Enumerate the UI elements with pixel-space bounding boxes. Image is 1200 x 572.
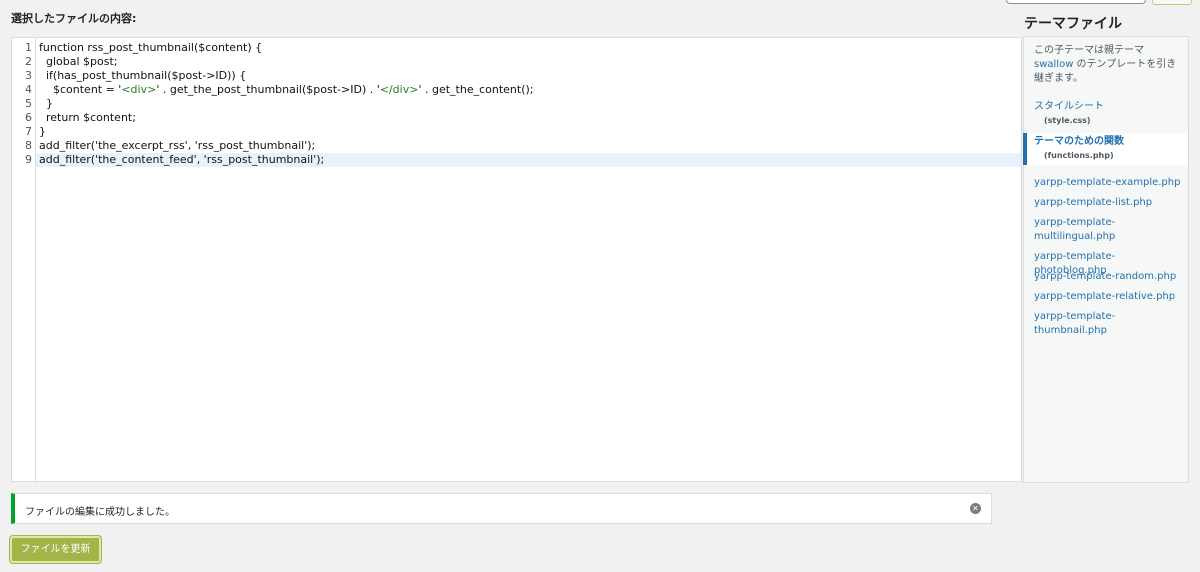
code-text: ' . get_the_content(); [418, 83, 534, 96]
file-yarpp-random[interactable]: yarpp-template-random.php [1034, 270, 1186, 284]
file-label: スタイルシート [1034, 101, 1104, 112]
line-number: 2 [25, 55, 32, 68]
line-gutter: 1 2 3 4 5 6 7 8 9 [12, 38, 36, 481]
code-line[interactable]: } [36, 125, 1021, 139]
code-line[interactable]: $content = '<div>' . get_the_post_thumbn… [36, 83, 1021, 97]
file-yarpp-multilingual[interactable]: yarpp-template-multilingual.php [1034, 216, 1186, 244]
line-number: 8 [25, 139, 32, 152]
editor-label: 選択したファイルの内容: [11, 12, 137, 25]
close-circle-icon[interactable]: ✕ [970, 503, 981, 514]
file-subname: (style.css) [1044, 116, 1091, 125]
file-yarpp-example[interactable]: yarpp-template-example.php [1034, 176, 1186, 190]
code-line[interactable]: return $content; [36, 111, 1021, 125]
file-label: テーマのための関数 [1034, 136, 1124, 147]
theme-files-title: テーマファイル [1024, 16, 1122, 32]
html-tag-string: <div> [121, 83, 157, 96]
update-file-button[interactable]: ファイルを更新 [10, 536, 101, 563]
code-line[interactable]: add_filter('the_excerpt_rss', 'rss_post_… [36, 139, 1021, 153]
code-line[interactable]: if(has_post_thumbnail($post->ID)) { [36, 69, 1021, 83]
parent-theme-link[interactable]: swallow [1034, 59, 1073, 70]
file-functions-current[interactable]: テーマのための関数 (functions.php) [1023, 133, 1188, 165]
line-number: 6 [25, 111, 32, 124]
file-yarpp-list[interactable]: yarpp-template-list.php [1034, 196, 1186, 210]
code-editor[interactable]: 1 2 3 4 5 6 7 8 9 function rss_post_thum… [11, 37, 1022, 482]
html-tag-string: </div> [379, 83, 419, 96]
code-line[interactable]: global $post; [36, 55, 1021, 69]
line-number: 1 [25, 41, 32, 54]
note-text: この子テーマは親テーマ [1034, 45, 1144, 56]
theme-files-sidebar: この子テーマは親テーマ swallow のテンプレートを引き継ぎます。 スタイル… [1023, 36, 1189, 483]
line-number: 9 [25, 153, 32, 166]
line-number: 7 [25, 125, 32, 138]
code-text: $content = ' [39, 83, 122, 96]
code-line[interactable]: function rss_post_thumbnail($content) { [36, 41, 1021, 55]
success-notice: ファイルの編集に成功しました。 ✕ [11, 493, 992, 524]
file-stylesheet[interactable]: スタイルシート (style.css) [1034, 100, 1186, 128]
file-yarpp-thumbnail[interactable]: yarpp-template-thumbnail.php [1034, 310, 1186, 338]
line-number: 4 [25, 83, 32, 96]
theme-select-field[interactable] [1006, 0, 1146, 4]
select-button[interactable] [1152, 0, 1192, 5]
file-yarpp-relative[interactable]: yarpp-template-relative.php [1034, 290, 1186, 304]
notice-message: ファイルの編集に成功しました。 [25, 507, 175, 518]
code-line-active[interactable]: add_filter('the_content_feed', 'rss_post… [36, 153, 1021, 167]
file-subname: (functions.php) [1044, 151, 1114, 160]
line-number: 3 [25, 69, 32, 82]
line-number: 5 [25, 97, 32, 110]
child-theme-note: この子テーマは親テーマ swallow のテンプレートを引き継ぎます。 [1034, 44, 1184, 86]
code-text: ' . get_the_post_thumbnail($post->ID) . … [156, 83, 380, 96]
code-line[interactable]: } [36, 97, 1021, 111]
